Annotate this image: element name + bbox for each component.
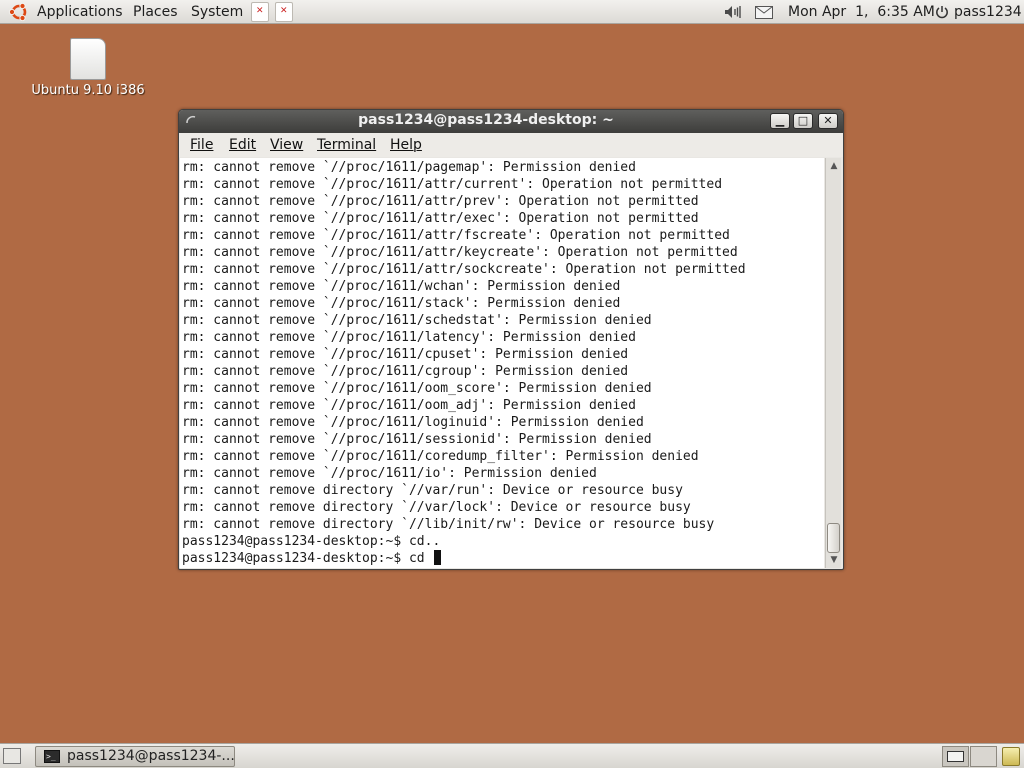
ubuntu-logo-icon[interactable]: [8, 1, 30, 23]
terminal-line: rm: cannot remove `//proc/1611/attr/exec…: [182, 211, 699, 226]
terminal-line: pass1234@pass1234-desktop:~$ cd..: [182, 534, 441, 549]
maximize-button[interactable]: □: [793, 113, 813, 129]
taskbar-label: pass1234@pass1234-...: [67, 748, 235, 764]
menu-edit[interactable]: Edit: [229, 137, 256, 153]
launcher-broken-icon-1[interactable]: [251, 2, 269, 22]
terminal-line: rm: cannot remove `//proc/1611/sessionid…: [182, 432, 652, 447]
terminal-line: rm: cannot remove `//proc/1611/cgroup': …: [182, 364, 629, 379]
trash-icon[interactable]: [1002, 747, 1020, 766]
menu-file[interactable]: File: [190, 137, 213, 153]
workspace-2[interactable]: [970, 746, 997, 767]
terminal-icon: >_: [44, 750, 60, 763]
terminal-line: rm: cannot remove `//proc/1611/coredump_…: [182, 449, 699, 464]
desktop-icon-label[interactable]: Ubuntu 9.10 i386: [20, 83, 156, 98]
places-menu[interactable]: Places: [133, 3, 178, 21]
prompt-text: pass1234@pass1234-desktop:~$ cd: [182, 551, 433, 566]
terminal-line: rm: cannot remove directory `//var/lock'…: [182, 500, 691, 515]
terminal-line: rm: cannot remove directory `//var/run':…: [182, 483, 683, 498]
text-cursor: [434, 550, 442, 565]
terminal-line: rm: cannot remove directory `//lib/init/…: [182, 517, 715, 532]
terminal-line: rm: cannot remove `//proc/1611/loginuid'…: [182, 415, 644, 430]
scrollbar[interactable]: ▲ ▼: [825, 158, 841, 568]
terminal-line: rm: cannot remove `//proc/1611/attr/keyc…: [182, 245, 738, 260]
scroll-up-arrow-icon[interactable]: ▲: [828, 160, 840, 172]
terminal-line: rm: cannot remove `//proc/1611/attr/prev…: [182, 194, 699, 209]
file-icon[interactable]: [70, 38, 106, 80]
terminal-line: rm: cannot remove `//proc/1611/pagemap':…: [182, 160, 636, 175]
terminal-line: rm: cannot remove `//proc/1611/oom_adj':…: [182, 398, 636, 413]
mail-icon[interactable]: [755, 6, 773, 19]
menu-view[interactable]: View: [270, 137, 303, 153]
terminal-prompt-line: pass1234@pass1234-desktop:~$ cd: [182, 550, 746, 567]
workspace-window-thumbnail: [947, 751, 964, 762]
menu-terminal[interactable]: Terminal: [317, 137, 376, 153]
terminal-line: rm: cannot remove `//proc/1611/schedstat…: [182, 313, 652, 328]
terminal-text: rm: cannot remove `//proc/1611/pagemap':…: [182, 159, 746, 567]
terminal-line: rm: cannot remove `//proc/1611/cpuset': …: [182, 347, 629, 362]
show-desktop-icon[interactable]: [3, 748, 21, 764]
minimize-button[interactable]: ▁: [770, 113, 790, 129]
terminal-line: rm: cannot remove `//proc/1611/attr/fscr…: [182, 228, 730, 243]
applications-menu[interactable]: Applications: [37, 3, 123, 21]
terminal-line: rm: cannot remove `//proc/1611/io': Perm…: [182, 466, 597, 481]
workspace-1[interactable]: [942, 746, 969, 767]
terminal-window: pass1234@pass1234-desktop: ~ ▁ □ ✕ File …: [178, 109, 844, 570]
title-bar[interactable]: pass1234@pass1234-desktop: ~ ▁ □ ✕: [179, 110, 843, 133]
power-icon[interactable]: [935, 5, 949, 19]
system-menu[interactable]: System: [191, 3, 243, 21]
terminal-line: rm: cannot remove `//proc/1611/wchan': P…: [182, 279, 621, 294]
terminal-output[interactable]: rm: cannot remove `//proc/1611/pagemap':…: [180, 158, 824, 568]
terminal-line: rm: cannot remove `//proc/1611/stack': P…: [182, 296, 621, 311]
scroll-down-arrow-icon[interactable]: ▼: [828, 554, 840, 566]
close-button[interactable]: ✕: [818, 113, 838, 129]
terminal-line: rm: cannot remove `//proc/1611/attr/curr…: [182, 177, 723, 192]
terminal-line: rm: cannot remove `//proc/1611/attr/sock…: [182, 262, 746, 277]
menu-bar: File Edit View Terminal Help: [179, 133, 843, 157]
scrollbar-thumb[interactable]: [827, 523, 840, 553]
user-menu[interactable]: pass1234: [954, 3, 1022, 21]
terminal-line: rm: cannot remove `//proc/1611/oom_score…: [182, 381, 652, 396]
clock[interactable]: Mon Apr 1, 6:35 AM: [788, 3, 935, 21]
menu-help[interactable]: Help: [390, 137, 422, 153]
top-panel: Applications Places System Mon Apr 1, 6:…: [0, 0, 1024, 24]
taskbar-terminal-button[interactable]: >_ pass1234@pass1234-...: [35, 746, 235, 767]
terminal-line: rm: cannot remove `//proc/1611/latency':…: [182, 330, 636, 345]
bottom-panel: >_ pass1234@pass1234-...: [0, 743, 1024, 768]
window-title: pass1234@pass1234-desktop: ~: [358, 112, 614, 128]
volume-icon[interactable]: [724, 5, 742, 19]
launcher-broken-icon-2[interactable]: [275, 2, 293, 22]
